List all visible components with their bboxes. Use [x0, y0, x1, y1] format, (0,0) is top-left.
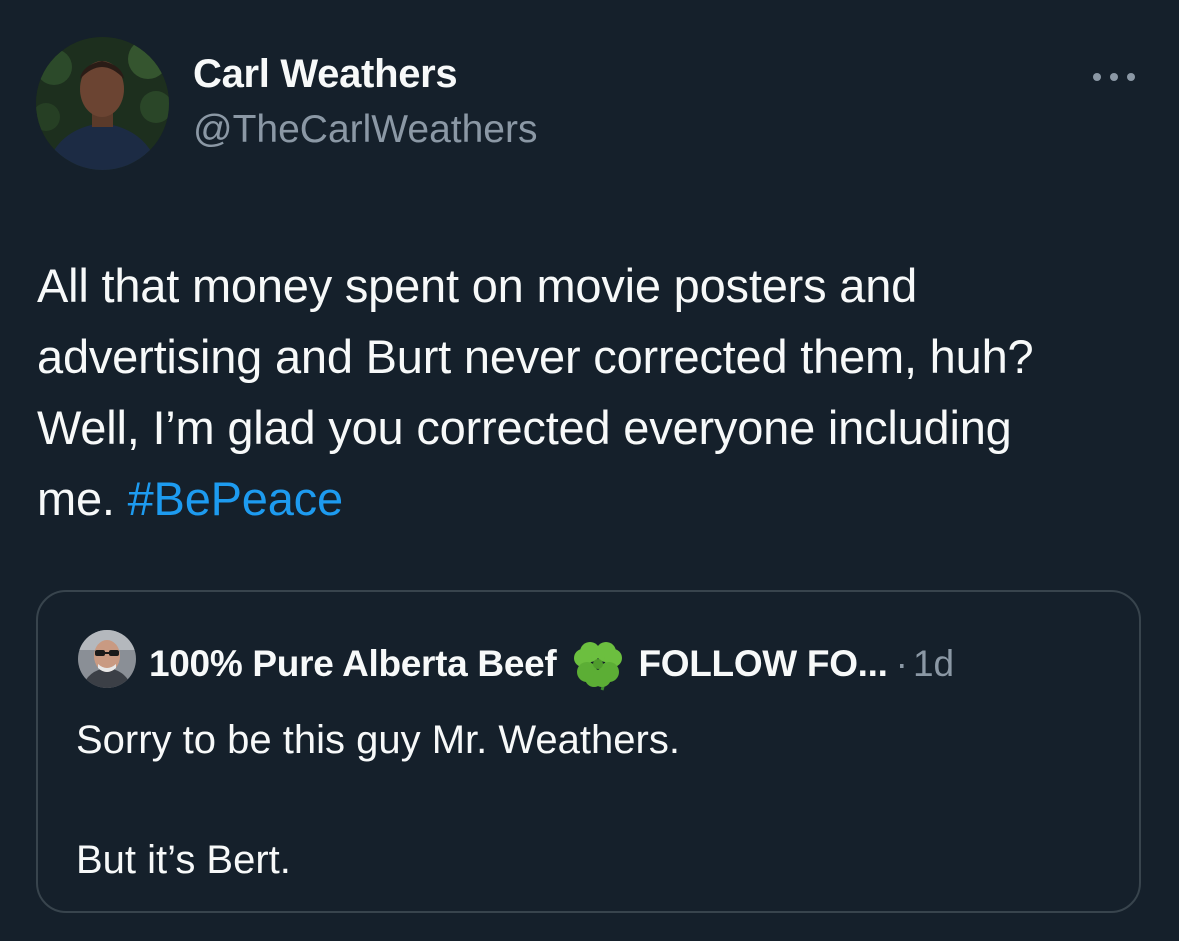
quoted-tweet-header: 100% Pure Alberta Beef FOLLOW FO... · 1d — [149, 636, 954, 692]
quoted-text-line: Sorry to be this guy Mr. Weathers. — [76, 718, 680, 762]
author-handle[interactable]: @TheCarlWeathers — [193, 108, 538, 152]
quoted-text-line: But it’s Bert. — [76, 838, 291, 882]
quoted-author-name-suffix[interactable]: FOLLOW FO... — [638, 643, 887, 685]
quoted-separator: · — [895, 643, 908, 684]
author-name[interactable]: Carl Weathers — [193, 52, 458, 97]
quoted-author-name[interactable]: 100% Pure Alberta Beef — [149, 643, 557, 685]
tweet-text-line: advertising and Burt never corrected the… — [37, 330, 1034, 383]
tweet-text-line: me. #BePeace — [37, 463, 1152, 534]
more-horizontal-icon — [1093, 73, 1135, 81]
quoted-timestamp[interactable]: 1d — [913, 643, 954, 685]
tweet-text-line: Well, I’m glad you corrected everyone in… — [37, 401, 1012, 454]
four-leaf-clover-icon — [570, 636, 626, 692]
author-avatar[interactable] — [36, 37, 169, 170]
tweet-text: All that money spent on movie posters an… — [37, 250, 1152, 534]
quoted-tweet-text: Sorry to be this guy Mr. Weathers. But i… — [76, 710, 680, 890]
quoted-text-line — [76, 770, 680, 830]
quoted-author-avatar[interactable] — [78, 630, 136, 688]
tweet-text-line: All that money spent on movie posters an… — [37, 259, 918, 312]
tweet-text-line-prefix: me. — [37, 472, 128, 525]
hashtag-link[interactable]: #BePeace — [128, 472, 343, 525]
quoted-author-avatar-image — [78, 630, 136, 688]
more-options-button[interactable] — [1088, 60, 1144, 94]
author-avatar-image — [36, 37, 169, 170]
quoted-tweet-card[interactable]: 100% Pure Alberta Beef FOLLOW FO... · 1d — [36, 590, 1141, 913]
